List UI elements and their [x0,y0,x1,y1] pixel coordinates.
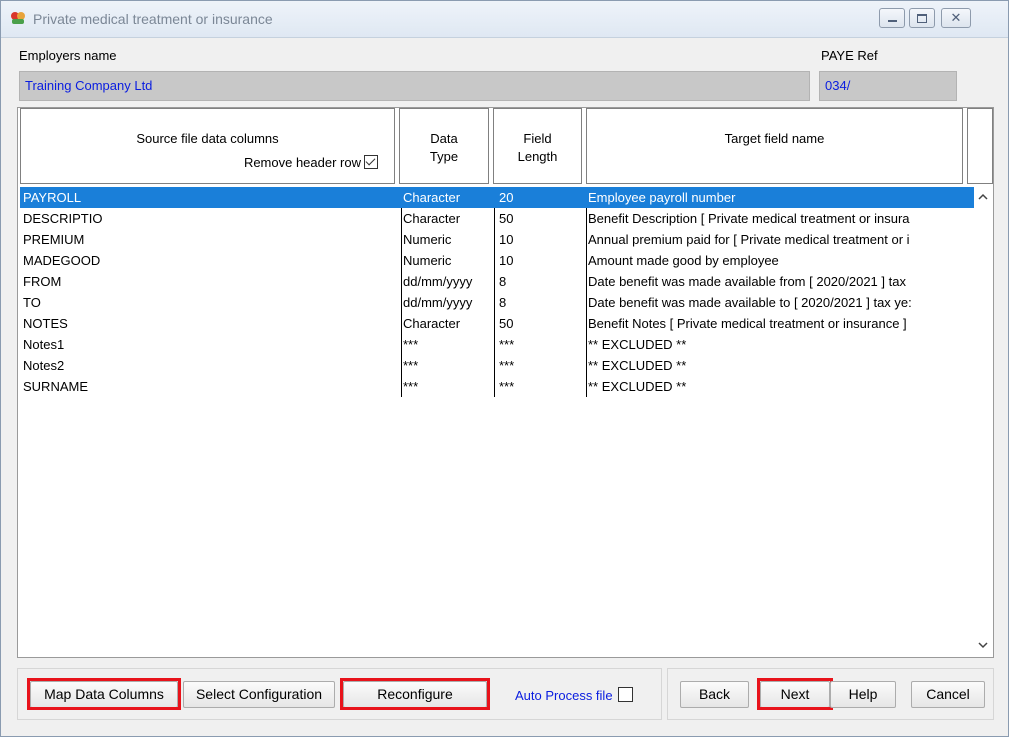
field-length-cell: 50 [494,313,587,334]
auto-process-checkbox[interactable] [617,687,633,702]
header-data-type-line1: Data [430,131,458,146]
source-cell: PAYROLL [23,190,82,205]
data-type-cell: Numeric [401,229,493,250]
employer-name-label: Employers name [19,48,117,63]
source-cell: PREMIUM [23,232,85,247]
title-bar[interactable]: Private medical treatment or insurance ✕ [1,1,1008,38]
highlight-map-data-columns [27,678,181,710]
data-type-cell: *** [401,376,493,397]
minimize-button[interactable] [879,8,905,28]
minimize-icon [887,20,897,22]
header-data-type: Data Type [399,108,489,184]
remove-header-row-option[interactable]: Remove header row [244,155,378,170]
source-cell: MADEGOOD [23,253,101,268]
source-cell: DESCRIPTIO [23,211,103,226]
window-title: Private medical treatment or insurance [33,11,273,27]
highlight-reconfigure [340,678,490,710]
target-field-cell: Amount made good by employee [586,250,977,271]
source-cell: SURNAME [23,379,89,394]
data-type-cell: Character [401,208,493,229]
field-length-cell: 50 [494,208,587,229]
dialog-window: Private medical treatment or insurance ✕… [0,0,1009,737]
field-length-cell: *** [494,334,587,355]
paye-ref-label: PAYE Ref [821,48,878,63]
app-icon [11,12,25,24]
table-row[interactable]: SURNAME *** *** ** EXCLUDED ** [20,376,975,397]
target-field-cell: ** EXCLUDED ** [586,376,977,397]
help-button[interactable]: Help [830,681,896,708]
table-row[interactable]: DESCRIPTIO Character 50 Benefit Description… [20,208,975,229]
header-target-label: Target field name [724,131,825,146]
target-field-cell: Benefit Description [ Private medical tr… [586,208,977,229]
target-field-cell: Date benefit was made available from [ 2… [586,271,977,292]
remove-header-row-checkbox[interactable] [364,155,378,169]
target-field-cell: ** EXCLUDED ** [586,334,977,355]
auto-process-label: Auto Process file [515,688,613,703]
header-field-length: Field Length [493,108,582,184]
data-type-cell: dd/mm/yyyy [401,292,493,313]
target-field-cell: ** EXCLUDED ** [586,355,977,376]
select-configuration-button[interactable]: Select Configuration [183,681,335,708]
header-spacer [967,108,993,184]
target-field-cell: Date benefit was made available to [ 202… [586,292,977,313]
maximize-button[interactable] [909,8,935,28]
table-row[interactable]: PREMIUM Numeric 10 Annual premium paid for … [20,229,975,250]
close-button[interactable]: ✕ [941,8,971,28]
header-source-label: Source file data columns [136,131,279,146]
header-data-type-line2: Type [429,149,459,164]
header-target-field: Target field name [586,108,963,184]
table-row[interactable]: Notes1 *** *** ** EXCLUDED ** [20,334,975,355]
data-type-cell: Character [401,313,493,334]
table-row[interactable]: PAYROLL Character 20 Employee payroll numbe… [20,187,975,208]
field-length-cell: 10 [494,250,587,271]
data-type-cell: *** [401,334,493,355]
header-field-length-line1: Field [523,131,552,146]
source-cell: NOTES [23,316,68,331]
close-icon: ✕ [950,10,962,25]
header-field-length-line2: Length [517,149,558,164]
maximize-icon [917,13,927,23]
source-cell: Notes1 [23,337,65,352]
field-length-cell: *** [494,355,587,376]
table-row[interactable]: Notes2 *** *** ** EXCLUDED ** [20,355,975,376]
target-field-cell: Employee payroll number [586,187,977,208]
source-cell: Notes2 [23,358,65,373]
cancel-button[interactable]: Cancel [911,681,985,708]
scroll-down-arrow-icon[interactable] [977,641,989,653]
data-type-cell: dd/mm/yyyy [401,271,493,292]
table-row[interactable]: TO dd/mm/yyyy 8 Date benefit was made avail… [20,292,975,313]
data-type-cell: Numeric [401,250,493,271]
field-length-cell: 10 [494,229,587,250]
header-source-columns: Source file data columns Remove header r… [20,108,395,184]
source-cell: FROM [23,274,62,289]
target-field-cell: Benefit Notes [ Private medical treatmen… [586,313,977,334]
data-type-cell: *** [401,355,493,376]
auto-process-option[interactable]: Auto Process file [515,687,633,703]
table-row[interactable]: FROM dd/mm/yyyy 8 Date benefit was made ava… [20,271,975,292]
scroll-up-arrow-icon[interactable] [977,193,989,205]
paye-ref-field: 034/ [819,71,957,101]
data-type-cell: Character [401,187,493,208]
field-length-cell: 20 [494,187,587,208]
employer-name-field: Training Company Ltd [19,71,810,101]
back-button[interactable]: Back [680,681,749,708]
source-cell: TO [23,295,41,310]
field-length-cell: *** [494,376,587,397]
vertical-scrollbar[interactable] [974,187,992,657]
target-field-cell: Annual premium paid for [ Private medica… [586,229,977,250]
table-row[interactable]: NOTES Character 50 Benefit Notes [ Private … [20,313,975,334]
remove-header-row-label: Remove header row [243,155,361,170]
field-length-cell: 8 [494,292,587,313]
table-row[interactable]: MADEGOOD Numeric 10 Amount made good by emp… [20,250,975,271]
field-length-cell: 8 [494,271,587,292]
highlight-next [757,678,833,710]
mapping-grid: Source file data columns Remove header r… [17,107,994,658]
